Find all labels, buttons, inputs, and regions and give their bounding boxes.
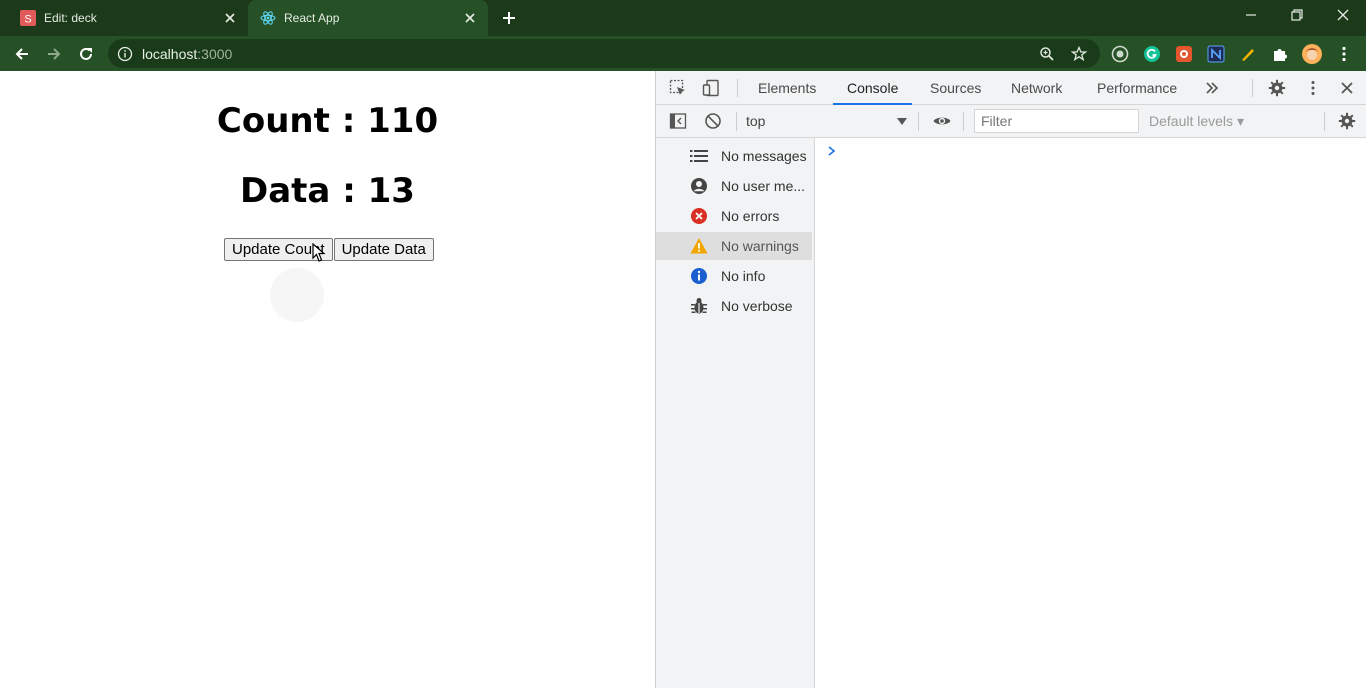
new-tab-icon[interactable] [498,7,520,29]
zoom-icon[interactable] [1038,45,1056,63]
separator [737,79,738,97]
button-row: Update Count Update Data [224,238,434,261]
mouse-cursor-icon [312,243,326,262]
context-selector[interactable]: top [746,113,765,129]
console-sidebar: No messages No user me... No errors No w… [656,138,815,688]
sidebar-item-errors[interactable]: No errors [656,202,812,230]
sidebar-item-label: No messages [721,148,807,164]
orange-extension-icon[interactable] [1174,44,1194,64]
count-heading: Count : 110 [216,101,439,141]
n-extension-icon[interactable] [1206,44,1226,64]
console-settings-icon[interactable] [1335,109,1359,133]
star-icon[interactable] [1070,45,1088,63]
devtools-panel: Elements Console Sources Network Perform… [655,71,1366,688]
separator [963,112,964,131]
data-heading: Data : 13 [240,171,415,211]
chevron-down-icon[interactable] [896,115,908,127]
sidebar-item-label: No verbose [721,298,793,314]
separator [1324,112,1325,131]
close-tab-icon[interactable] [462,10,478,26]
sidebar-item-label: No user me... [721,178,806,194]
browser-toolbar: localhost:3000 [0,36,1366,71]
avatar[interactable] [1302,44,1322,64]
default-levels-dropdown[interactable]: Default levels ▾ [1149,113,1244,130]
site-info-icon[interactable] [117,46,133,62]
menu-kebab-icon[interactable] [1334,44,1354,64]
gear-icon[interactable] [1265,76,1289,100]
grammarly-icon[interactable] [1142,44,1162,64]
react-icon [260,10,276,26]
sidebar-item-label: No warnings [721,238,799,254]
close-tab-icon[interactable] [222,10,238,26]
tab-react-app[interactable]: React App [248,0,488,36]
sidebar-item-verbose[interactable]: No verbose [656,292,812,320]
pencil-extension-icon[interactable] [1238,44,1258,64]
click-ripple [270,268,324,322]
sidebar-item-user-messages[interactable]: No user me... [656,172,812,200]
forward-icon[interactable] [40,40,68,68]
close-devtools-icon[interactable] [1335,76,1359,100]
info-icon [689,266,709,286]
address-bar[interactable]: localhost:3000 [108,39,1100,68]
clear-console-icon[interactable] [701,109,725,133]
tab-network[interactable]: Network [1011,71,1062,105]
separator [918,112,919,131]
reload-icon[interactable] [72,40,100,68]
devtools-menu-icon[interactable] [1301,76,1325,100]
warning-icon [689,236,709,256]
sidebar-item-label: No info [721,268,766,284]
console-toolbar: top Default levels ▾ [656,105,1366,138]
sidebar-item-warnings[interactable]: No warnings [656,232,812,260]
tab-title: React App [284,11,340,25]
chevron-down-icon: ▾ [1236,113,1244,129]
tab-title: Edit: deck [44,11,97,25]
s-letter-icon: S [20,10,36,26]
bug-icon [689,296,709,316]
tab-elements[interactable]: Elements [758,71,816,105]
sidebar-toggle-icon[interactable] [666,109,690,133]
filter-input[interactable] [974,109,1139,133]
tab-strip: S Edit: deck React App [0,0,1366,36]
sidebar-item-messages[interactable]: No messages [656,142,812,170]
tab-sources[interactable]: Sources [930,71,981,105]
page-viewport: Count : 110 Data : 13 Update Count Updat… [0,71,655,688]
eye-icon[interactable] [930,109,954,133]
sidebar-item-label: No errors [721,208,780,224]
update-data-button[interactable]: Update Data [333,238,434,261]
puzzle-icon[interactable] [1270,44,1290,64]
list-icon [689,146,709,166]
inspect-element-icon[interactable] [666,76,690,100]
tab-edit-deck[interactable]: S Edit: deck [0,0,248,36]
device-toolbar-icon[interactable] [699,76,723,100]
more-tabs-icon[interactable] [1200,76,1224,100]
svg-text:S: S [24,14,31,26]
tab-performance[interactable]: Performance [1097,71,1177,105]
back-icon[interactable] [8,40,36,68]
console-prompt-icon[interactable] [826,145,838,157]
separator [1252,79,1253,97]
close-window-icon[interactable] [1320,0,1366,30]
separator [736,112,737,131]
url-text: localhost:3000 [142,46,233,62]
minimize-icon[interactable] [1228,0,1274,30]
target-extension-icon[interactable] [1110,44,1130,64]
error-icon [689,206,709,226]
devtools-tabbar: Elements Console Sources Network Perform… [656,71,1366,105]
user-icon [689,176,709,196]
sidebar-item-info[interactable]: No info [656,262,812,290]
tab-console[interactable]: Console [832,71,913,105]
restore-icon[interactable] [1274,0,1320,30]
